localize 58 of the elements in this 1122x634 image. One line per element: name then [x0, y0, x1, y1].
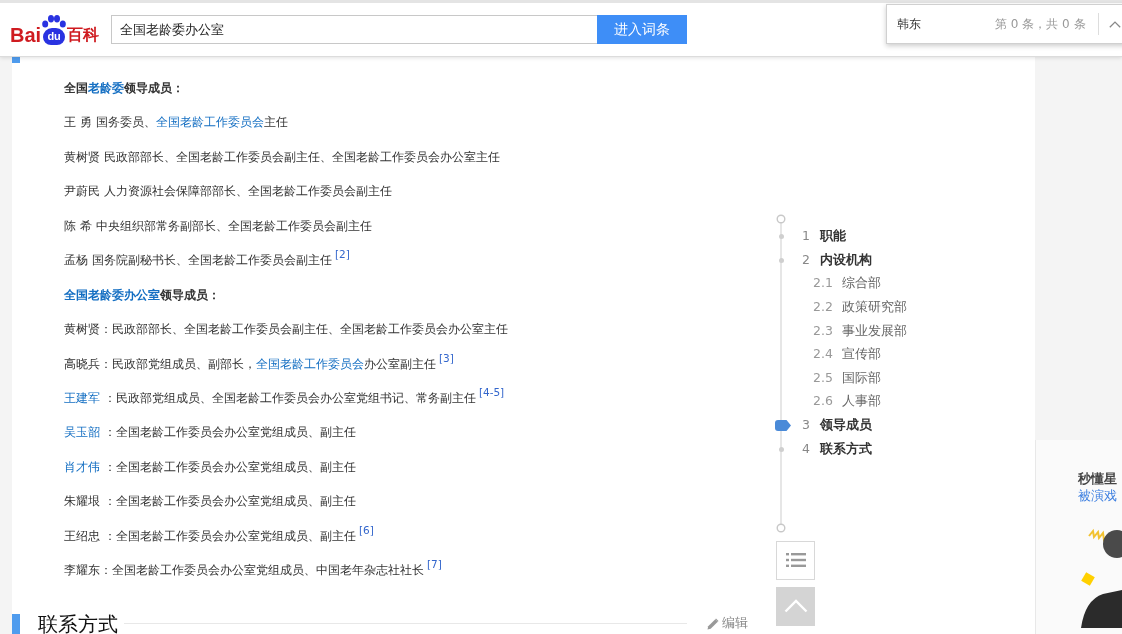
text-link[interactable]: 全国老龄工作委员会 [256, 356, 364, 371]
member-entry: 黄树贤 民政部部长、全国老龄工作委员会副主任、全国老龄工作委员会办公室主任 [64, 148, 501, 166]
search-button[interactable]: 进入词条 [597, 15, 687, 44]
toc-subitem[interactable]: 2.6 人事部 [813, 393, 881, 411]
citation-link[interactable]: [3] [439, 351, 454, 364]
text-link[interactable]: 全国老龄委办公室 [64, 287, 160, 302]
toc-item[interactable]: 4 联系方式 [802, 440, 872, 458]
citation-link[interactable]: [7] [427, 558, 442, 571]
find-field[interactable]: 韩东 [897, 15, 957, 33]
member-entry: 朱耀垠 ：全国老龄工作委员会办公室党组成员、副主任 [64, 493, 357, 511]
member-entry: 黄树贤：民政部部长、全国老龄工作委员会副主任、全国老龄工作委员会办公室主任 [64, 321, 509, 339]
text-link[interactable]: 王建军 [64, 390, 100, 405]
member-entry: 王建军 ：民政部党组成员、全国老龄工作委员会办公室党组书记、常务副主任 $^{[4-5]}$ [64, 384, 506, 407]
circle-icon [776, 214, 786, 224]
chevron-up-icon [1108, 20, 1121, 28]
toc-item[interactable]: 1 职能 [802, 228, 846, 246]
list-icon [785, 552, 806, 569]
member-entry: 吴玉韶 ：全国老龄工作委员会办公室党组成员、副主任 [64, 424, 357, 442]
back-to-top-button[interactable] [776, 586, 815, 626]
group-heading: 全国老龄委领导成员： [64, 80, 185, 97]
logo[interactable]: Bai du 百科 [10, 12, 104, 45]
toc-item[interactable]: 2 内设机构 [802, 251, 872, 269]
member-entry: 尹蔚民 人力资源社会保障部部长、全国老龄工作委员会副主任 [64, 183, 393, 201]
toc-subitem[interactable]: 2.1 综合部 [813, 275, 881, 293]
edit-link[interactable]: 编辑 [707, 615, 748, 633]
pencil-icon [707, 617, 719, 630]
search-field[interactable]: 全国老龄委办公室 [111, 15, 597, 44]
ad-banner[interactable]: 秒懂星 被演戏 [1035, 440, 1122, 634]
chevron-up-icon [783, 599, 808, 614]
toc-subitem[interactable]: 2.4 宣传部 [813, 346, 881, 364]
citation-link[interactable]: [2] [334, 248, 350, 261]
text-link[interactable]: 吴玉韶 [64, 425, 100, 440]
text-link[interactable]: 肖才伟 [64, 459, 100, 474]
member-entry: 陈 希 中央组织部常务副部长、全国老龄工作委员会副主任 [64, 217, 373, 235]
member-entry: 孟杨 国务院副秘书长、全国老龄工作委员会副主任 $^{[2]}$ [64, 247, 351, 270]
citation-link[interactable]: [4-5] [478, 385, 505, 398]
ad-subtitle: 被演戏 [1078, 487, 1118, 504]
circle-icon [776, 522, 786, 533]
citation-link[interactable]: [6] [358, 523, 374, 536]
ad-title: 秒懂星 [1078, 470, 1118, 487]
member-entry: 王 勇 国务委员、全国老龄工作委员会主任 [64, 114, 289, 132]
text-link[interactable]: 老龄委 [88, 81, 124, 95]
member-entry: 肖才伟 ：全国老龄工作委员会办公室党组成员、副主任 [64, 458, 357, 476]
heading-marker [12, 613, 20, 634]
text-link[interactable]: 全国老龄工作委员会 [155, 115, 264, 130]
member-entry: 高晓兵：民政部党组成员、副部长，全国老龄工作委员会办公室副主任 $^{[3]}$ [64, 350, 455, 373]
section-heading: 联系方式 [38, 610, 118, 634]
match-count: 第 0 条，共 0 条 [995, 15, 1086, 33]
contents-button[interactable] [776, 540, 815, 580]
member-entry: 王绍忠 ：全国老龄工作委员会办公室党组成员、副主任 $^{[6]}$ [64, 522, 375, 545]
toc-item[interactable]: 3 领导成员 [802, 417, 872, 435]
toc-subitem[interactable]: 2.2 政策研究部 [813, 299, 907, 317]
member-entry: 李耀东：全国老龄工作委员会办公室党组成员、中国老年杂志社社长 $^{[7]}$ [64, 557, 443, 580]
toc-subitem[interactable]: 2.5 国际部 [813, 369, 881, 387]
toc-subitem[interactable]: 2.3 事业发展部 [813, 322, 907, 340]
group-heading: 全国老龄委办公室领导成员： [64, 286, 221, 304]
heading-marker [12, 57, 20, 63]
paw-icon [42, 14, 67, 28]
